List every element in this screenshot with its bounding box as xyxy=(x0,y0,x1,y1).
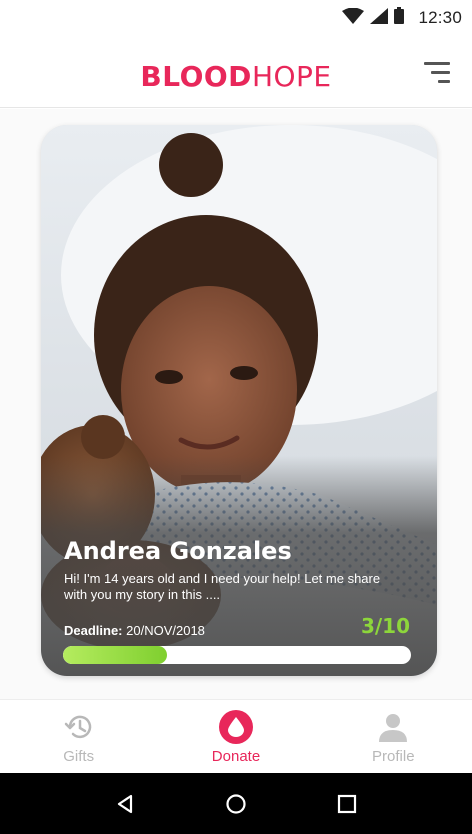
content-area: Andrea Gonzales Hi! I'm 14 years old and… xyxy=(0,109,472,699)
nav-label-donate: Donate xyxy=(211,748,261,765)
donation-progress-fill xyxy=(63,646,168,664)
history-icon xyxy=(62,710,96,744)
logo-bold-text: BLOOD xyxy=(140,60,252,93)
filter-button[interactable] xyxy=(422,62,450,86)
filter-icon xyxy=(424,62,450,65)
patient-card[interactable]: Andrea Gonzales Hi! I'm 14 years old and… xyxy=(41,125,437,676)
logo-light-text: HOPE xyxy=(251,60,332,93)
donation-progress-bar xyxy=(63,646,411,664)
app-logo: BLOODHOPE xyxy=(0,60,472,93)
recents-button[interactable] xyxy=(327,784,367,824)
signal-icon xyxy=(370,7,389,29)
back-button[interactable] xyxy=(105,784,145,824)
back-icon xyxy=(118,794,133,813)
system-nav-bar xyxy=(0,773,472,834)
bottom-nav: Gifts Donate Profile xyxy=(0,699,472,773)
patient-story: Hi! I'm 14 years old and I need your hel… xyxy=(64,571,381,602)
home-button[interactable] xyxy=(216,784,256,824)
deadline: Deadline: 20/NOV/2018 xyxy=(64,623,205,638)
deadline-row: Deadline: 20/NOV/2018 3/10 xyxy=(64,614,410,638)
progress-count: 3/10 xyxy=(360,614,410,638)
status-bar: 12:30 xyxy=(0,0,472,36)
recents-icon xyxy=(337,794,356,813)
blood-drop-icon xyxy=(218,710,253,744)
status-time: 12:30 xyxy=(418,8,462,27)
deadline-value: 20/NOV/2018 xyxy=(126,623,205,638)
nav-item-donate[interactable]: Donate xyxy=(157,700,314,773)
nav-label-gifts: Gifts xyxy=(63,748,95,765)
deadline-label: Deadline: xyxy=(64,623,123,638)
home-icon xyxy=(226,793,246,814)
person-icon xyxy=(376,710,410,744)
nav-item-gifts[interactable]: Gifts xyxy=(0,700,157,773)
patient-name: Andrea Gonzales xyxy=(64,537,292,565)
nav-label-profile: Profile xyxy=(372,748,415,765)
nav-item-profile[interactable]: Profile xyxy=(315,700,472,773)
battery-icon xyxy=(394,7,405,29)
app-bar: BLOODHOPE xyxy=(0,36,472,108)
card-overlay xyxy=(41,456,437,676)
wifi-icon xyxy=(342,7,365,29)
